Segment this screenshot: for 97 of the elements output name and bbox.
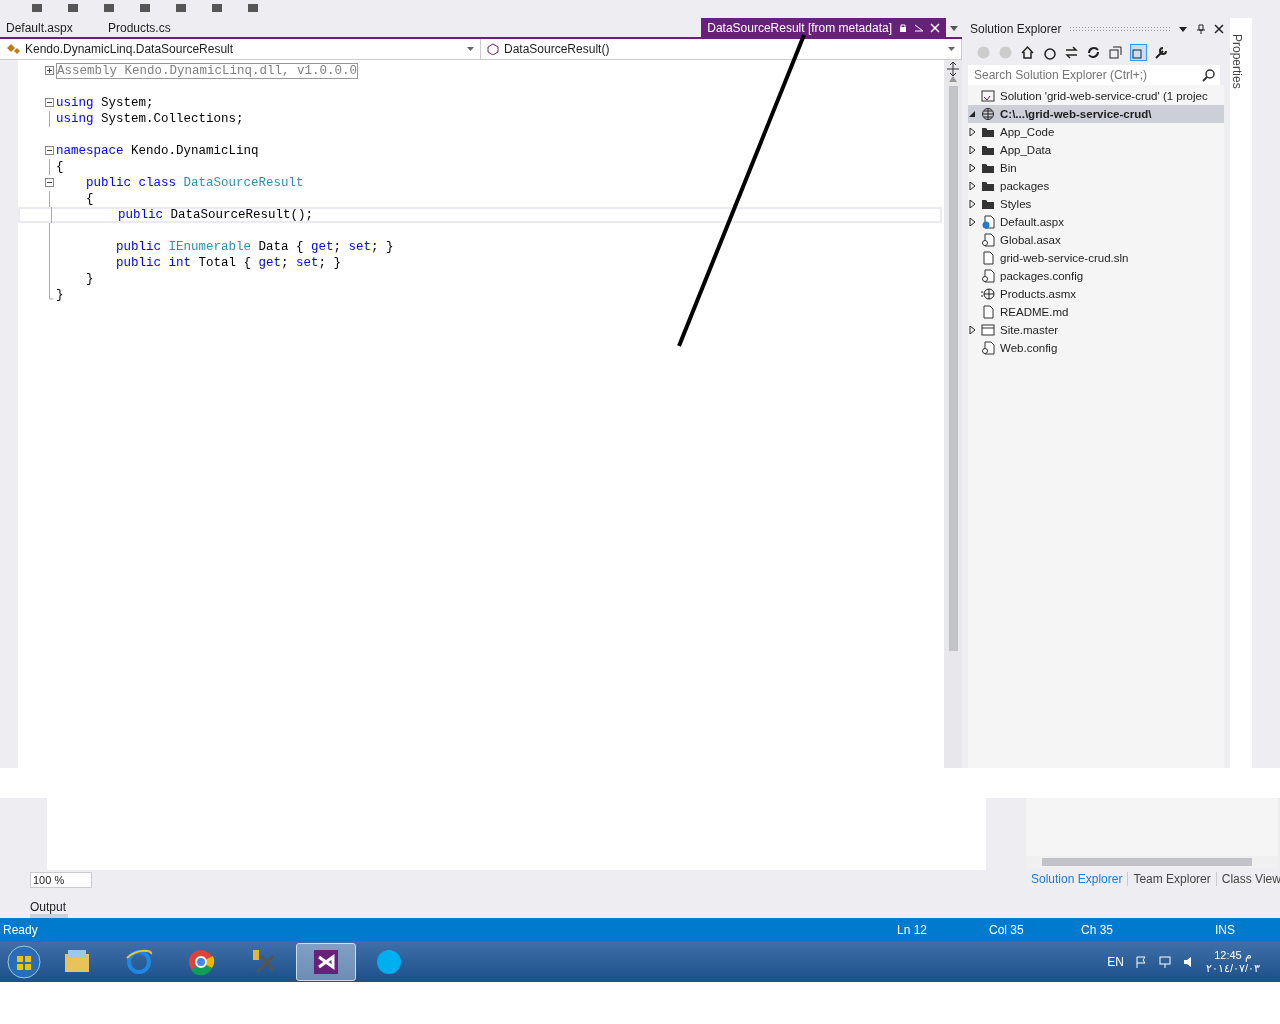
folder-icon [981, 125, 995, 139]
code-line: { [56, 160, 64, 174]
document-tab[interactable]: Default.aspx [0, 18, 102, 37]
page-icon [981, 215, 995, 229]
expand-arrow-icon[interactable] [968, 128, 976, 136]
promote-icon[interactable] [914, 22, 924, 33]
caret-icon [948, 47, 955, 51]
refresh-icon[interactable] [1086, 44, 1101, 60]
tree-item[interactable]: Site.master [968, 321, 1224, 339]
sync-icon[interactable] [1064, 44, 1079, 60]
config-icon [981, 269, 995, 283]
home-icon[interactable] [1020, 44, 1035, 60]
code-line: } [56, 288, 64, 302]
tree-item[interactable]: Styles [968, 195, 1224, 213]
tree-item[interactable]: Global.asax [968, 231, 1224, 249]
folder-icon [981, 179, 995, 193]
panel-tab[interactable]: Class View [1216, 872, 1280, 886]
folder-icon [981, 161, 995, 175]
toolbar-icon[interactable] [66, 4, 80, 14]
file-icon [981, 251, 995, 265]
tree-item[interactable]: grid-web-service-crud.sln [968, 249, 1224, 267]
expand-arrow-icon[interactable] [968, 164, 976, 172]
expand-arrow-icon[interactable] [968, 200, 976, 208]
search-field[interactable]: Search Solution Explorer (Ctrl+;) [968, 65, 1220, 85]
config-icon [981, 233, 995, 247]
code-line: namespace Kendo.DynamicLinq [56, 144, 259, 158]
web-icon [981, 107, 995, 121]
folder-icon [981, 197, 995, 211]
code-line: public class DataSourceResult [85, 176, 304, 190]
code-line: using System; [56, 96, 154, 110]
class-icon [6, 43, 20, 55]
status-text: Ready [3, 923, 39, 937]
method-icon [487, 43, 499, 55]
panel-tab[interactable]: Solution Explorer [1026, 872, 1129, 886]
code-line: using System.Collections; [56, 112, 244, 126]
toolbar-icon[interactable] [30, 4, 44, 14]
split-icon[interactable] [947, 62, 959, 76]
document-tab[interactable]: Products.cs [102, 18, 204, 37]
expand-arrow-icon[interactable] [968, 182, 976, 190]
toolbar-icon[interactable] [210, 4, 224, 14]
tree-item[interactable]: Web.config [968, 339, 1224, 357]
close-icon[interactable] [1214, 23, 1224, 34]
tree-item[interactable]: App_Data [968, 141, 1224, 159]
master-icon [981, 323, 995, 337]
tree-item[interactable]: Solution 'grid-web-service-crud' (1 projec [968, 87, 1224, 105]
tree-item[interactable]: App_Code [968, 123, 1224, 141]
clock[interactable]: 12:45 م ٢٠١٤/٠٧/٠٣ [1205, 949, 1260, 975]
scrollbar-thumb[interactable] [948, 86, 958, 651]
document-tab[interactable]: DataSourceResult [from metadata] [701, 18, 946, 37]
insert-mode: INS [1215, 923, 1235, 937]
toolbar-icon[interactable] [246, 4, 260, 14]
tree-item[interactable]: packages [968, 177, 1224, 195]
caret-icon [467, 47, 474, 51]
taskbar-app[interactable] [296, 943, 356, 981]
tree-item[interactable]: Products.asmx [968, 285, 1224, 303]
panel-tab[interactable]: Team Explorer [1128, 872, 1217, 886]
config-icon [981, 341, 995, 355]
toolbar-icon[interactable] [138, 4, 152, 14]
folder-icon [981, 143, 995, 157]
code-line: public DataSourceResult(); [117, 208, 314, 222]
language-indicator[interactable]: EN [1107, 955, 1124, 969]
tree-item[interactable]: packages.config [968, 267, 1224, 285]
code-line: public int Total { get; set; } [115, 256, 342, 270]
type-dropdown[interactable]: Kendo.DynamicLinq.DataSourceResult [0, 39, 481, 59]
tree-item[interactable]: Default.aspx [968, 213, 1224, 231]
solution-icon [981, 89, 995, 103]
line-number: Ln 12 [897, 923, 929, 937]
pin-icon[interactable] [1196, 23, 1206, 34]
collapse-all-icon[interactable] [1108, 44, 1123, 60]
toolbar-icon[interactable] [102, 4, 116, 14]
show-all-files-icon[interactable] [1130, 43, 1147, 61]
side-tab[interactable]: Properties [1230, 34, 1244, 89]
char-number: Ch 35 [1081, 923, 1115, 937]
column-number: Col 35 [989, 923, 1025, 937]
code-line: { [85, 192, 94, 206]
wrench-icon[interactable] [1154, 44, 1169, 60]
toolbar-icon[interactable] [174, 4, 188, 14]
tree-item[interactable]: C:\...\grid-web-service-crud\ [968, 105, 1224, 123]
scrollbar-thumb[interactable] [1042, 858, 1252, 866]
expanded-arrow-icon[interactable] [968, 110, 976, 118]
tree-item[interactable]: Bin [968, 159, 1224, 177]
service-icon [981, 287, 995, 301]
panel-title: Solution Explorer [970, 21, 1062, 36]
expand-arrow-icon[interactable] [968, 326, 976, 334]
file-icon [981, 305, 995, 319]
flag-icon[interactable] [1133, 955, 1148, 969]
expand-arrow-icon[interactable] [968, 146, 976, 154]
search-icon[interactable] [1201, 67, 1216, 83]
code-line: } [85, 272, 94, 286]
code-line: public IEnumerable Data { get; set; } [115, 240, 394, 254]
expand-arrow-icon[interactable] [968, 218, 976, 226]
zoom-dropdown[interactable]: 100 % [30, 872, 92, 888]
member-dropdown[interactable]: DataSourceResult() [481, 39, 962, 59]
lock-icon [898, 22, 908, 33]
start-button[interactable] [4, 944, 44, 980]
network-icon[interactable] [1157, 955, 1172, 969]
tree-item[interactable]: README.md [968, 303, 1224, 321]
